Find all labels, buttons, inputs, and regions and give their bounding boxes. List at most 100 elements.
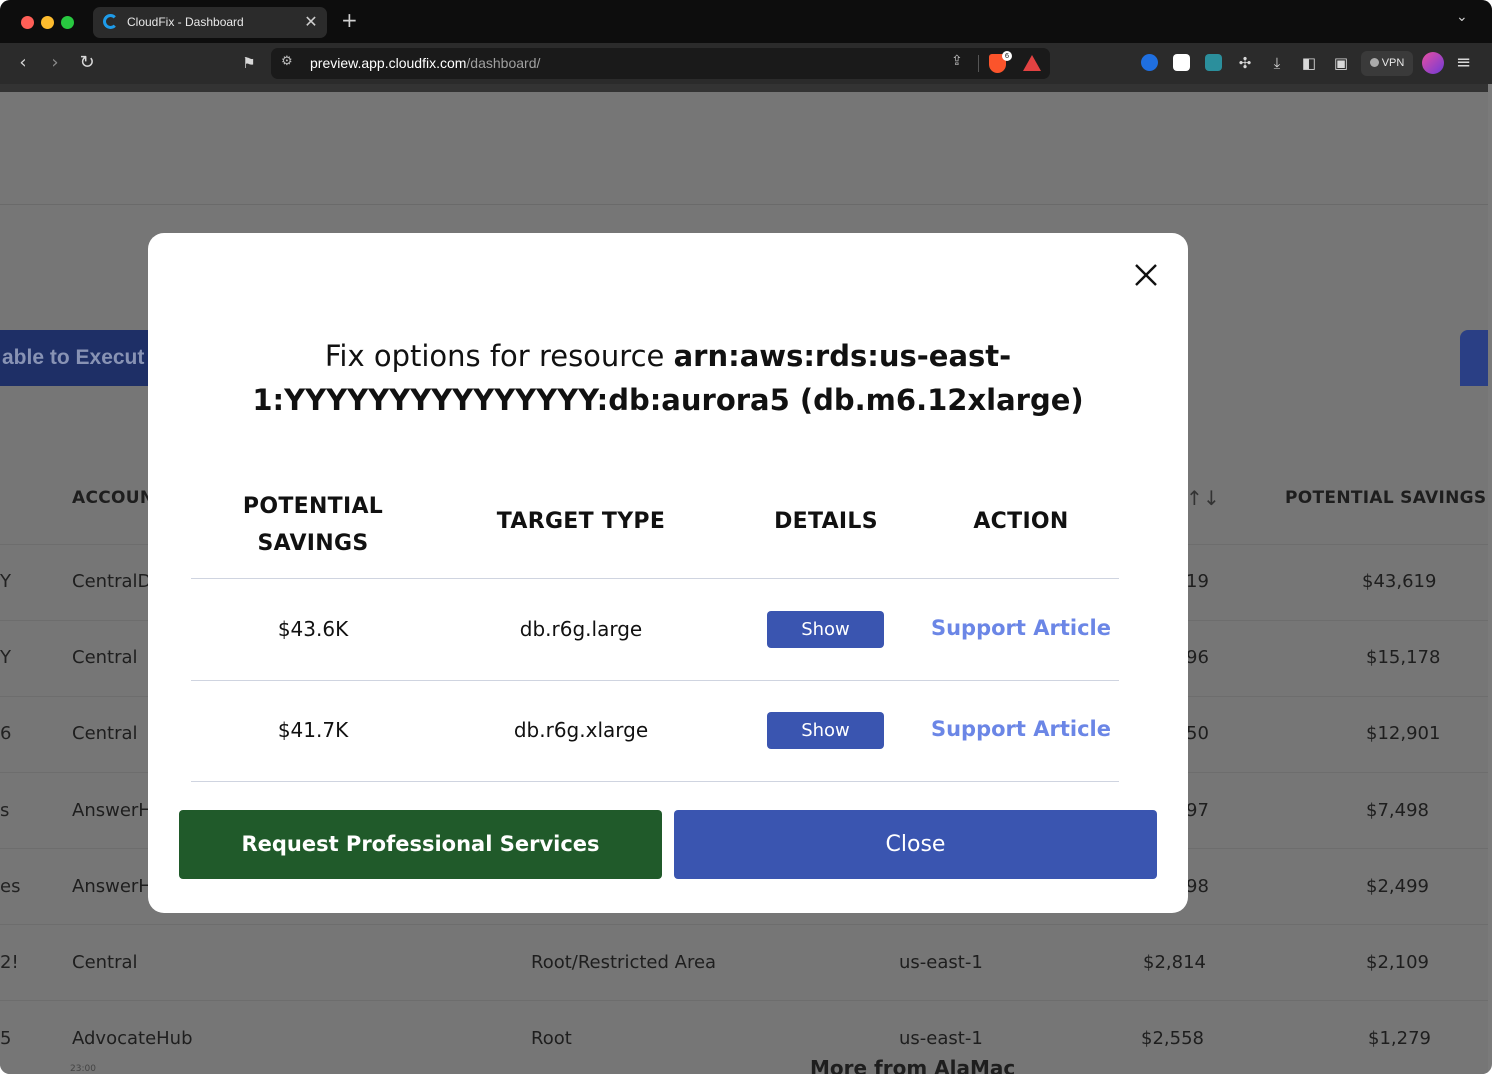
reload-icon[interactable]: ↻	[76, 52, 98, 74]
fix-options-modal: Fix options for resource arn:aws:rds:us-…	[148, 233, 1188, 913]
row-account: CentralD	[72, 571, 152, 592]
row-account: AnswerH	[72, 876, 152, 897]
wallet-icon[interactable]: ▣	[1330, 52, 1352, 74]
row-savings: $7,498	[1366, 800, 1429, 821]
divider	[191, 781, 1119, 782]
row-savings: $15,178	[1366, 647, 1441, 668]
sidebar-icon[interactable]: ◧	[1298, 52, 1320, 74]
target-type-cell: db.r6g.large	[519, 617, 643, 641]
column-header-potential-savings: POTENTIAL SAVINGS ↑	[1285, 488, 1488, 508]
minimize-window-button[interactable]	[41, 16, 54, 29]
shields-count-badge: 6	[1002, 51, 1012, 61]
bookmark-icon[interactable]: ⚑	[238, 52, 260, 74]
row-path: Root/Restricted Area	[531, 952, 717, 973]
close-button[interactable]: Close	[674, 810, 1157, 879]
row-account: Central	[72, 647, 138, 668]
row-cost: 96	[1186, 647, 1209, 668]
vpn-label: VPN	[1381, 57, 1405, 69]
site-settings-icon[interactable]: ⚙	[281, 54, 293, 69]
row-account: AnswerH	[72, 800, 152, 821]
row-cost: 97	[1186, 800, 1209, 821]
row-path: Root	[531, 1028, 572, 1049]
bottom-fragment: More from AlaMac	[810, 1056, 1016, 1074]
bottom-small-text: 23:00	[70, 1064, 96, 1074]
row-region: us-east-1	[899, 952, 983, 973]
browser-window: CloudFix - Dashboard ✕ + ⌄ ‹ › ↻ ⚑ ⚙ pre…	[0, 0, 1492, 1074]
row-account: Central	[72, 952, 138, 973]
support-article-link[interactable]: Support Article	[921, 616, 1121, 640]
new-tab-button[interactable]: +	[341, 8, 358, 32]
show-details-button[interactable]: Show	[767, 712, 884, 749]
url-host: preview.app.cloudfix.com	[310, 55, 467, 71]
tab-title: CloudFix - Dashboard	[127, 15, 244, 29]
header-line: POTENTIAL	[242, 494, 384, 519]
target-type-cell: db.r6g.xlarge	[513, 718, 649, 742]
password-manager-icon[interactable]	[1141, 54, 1158, 71]
column-header-target-type: TARGET TYPE	[496, 509, 666, 534]
brave-rewards-icon[interactable]	[1023, 55, 1041, 71]
back-icon[interactable]: ‹	[12, 52, 34, 74]
sort-arrows-icon: ↑↓	[1186, 486, 1221, 510]
modal-title: Fix options for resource arn:aws:rds:us-…	[148, 334, 1188, 422]
cloudfix-favicon-icon	[103, 14, 118, 29]
vpn-status-icon	[1369, 58, 1379, 67]
address-bar[interactable]: ⚙ preview.app.cloudfix.com/dashboard/ ⇪ …	[271, 48, 1050, 79]
forward-icon[interactable]: ›	[44, 52, 66, 74]
column-header-action: ACTION	[973, 509, 1069, 534]
resource-arn-part2: 1:YYYYYYYYYYYYYYY:db:aurora5 (db.m6.12xl…	[252, 383, 1084, 417]
column-header-potential-savings: POTENTIAL SAVINGS	[218, 488, 408, 562]
column-header-account: ACCOUN	[72, 488, 155, 508]
tab-list-chevron-icon[interactable]: ⌄	[1456, 9, 1468, 25]
row-cost: 98	[1186, 876, 1209, 897]
row-cost: 19	[1186, 571, 1209, 592]
divider	[0, 204, 1488, 205]
download-icon[interactable]: ⤓	[1266, 52, 1288, 74]
support-article-link[interactable]: Support Article	[921, 717, 1121, 741]
row-cost: $2,814	[1143, 952, 1206, 973]
potential-savings-cell: $41.7K	[277, 718, 349, 742]
background-banner-button: able to Execut	[0, 330, 160, 386]
extensions-puzzle-icon[interactable]: ✣	[1234, 52, 1256, 74]
row-fragment: 6	[0, 723, 12, 744]
hamburger-menu-icon[interactable]: ≡	[1456, 52, 1471, 73]
divider	[191, 578, 1119, 579]
row-savings: $1,279	[1368, 1028, 1431, 1049]
tab-bar: CloudFix - Dashboard ✕ + ⌄	[0, 0, 1492, 43]
url-text[interactable]: preview.app.cloudfix.com/dashboard/	[310, 55, 540, 71]
row-fragment: s	[0, 800, 10, 821]
request-professional-services-button[interactable]: Request Professional Services	[179, 810, 662, 879]
row-account: AdvocateHub	[72, 1028, 193, 1049]
profile-avatar[interactable]	[1422, 52, 1444, 74]
vpn-button[interactable]: VPN	[1361, 51, 1413, 76]
row-savings: $12,901	[1366, 723, 1441, 744]
browser-tab[interactable]: CloudFix - Dashboard ✕	[93, 7, 327, 38]
extension-icon[interactable]	[1173, 54, 1190, 71]
banner-text: able to Execut	[2, 346, 145, 369]
page-top-strip	[0, 84, 1488, 92]
close-window-button[interactable]	[21, 16, 34, 29]
column-header-details: DETAILS	[774, 509, 878, 534]
row-fragment: 5	[0, 1028, 12, 1049]
tab-close-icon[interactable]: ✕	[302, 12, 320, 31]
header-line: SAVINGS	[257, 531, 369, 556]
row-fragment: 2!	[0, 952, 19, 973]
background-button-edge	[1460, 330, 1488, 386]
row-savings: $43,619	[1362, 571, 1437, 592]
row-fragment: es	[0, 876, 21, 897]
divider	[0, 924, 1488, 925]
title-prefix: Fix options for resource	[324, 339, 674, 373]
row-cost: 50	[1186, 723, 1209, 744]
row-cost: $2,558	[1141, 1028, 1204, 1049]
extension-icon[interactable]	[1205, 54, 1222, 71]
maximize-window-button[interactable]	[61, 16, 74, 29]
divider	[191, 680, 1119, 681]
divider	[0, 1000, 1488, 1001]
potential-savings-cell: $43.6K	[277, 617, 349, 641]
divider	[978, 55, 979, 72]
row-savings: $2,499	[1366, 876, 1429, 897]
share-icon[interactable]: ⇪	[951, 53, 963, 69]
browser-toolbar: ‹ › ↻ ⚑ ⚙ preview.app.cloudfix.com/dashb…	[0, 43, 1492, 84]
close-icon[interactable]	[1132, 261, 1160, 289]
show-details-button[interactable]: Show	[767, 611, 884, 648]
url-path: /dashboard/	[466, 55, 541, 71]
